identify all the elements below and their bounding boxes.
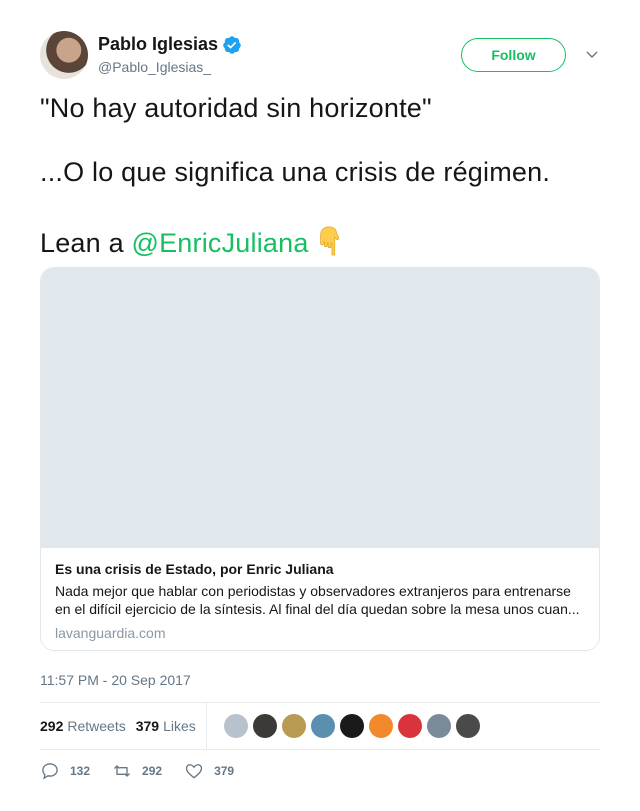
card-domain: lavanguardia.com xyxy=(55,625,166,641)
likes-count: 379 xyxy=(135,718,160,734)
tweet-line-3: Lean a @EnricJuliana xyxy=(40,224,345,259)
liker-avatar-7[interactable] xyxy=(397,714,422,738)
card-body: Es una crisis de Estado, por Enric Julia… xyxy=(55,560,585,642)
reply-count: 132 xyxy=(70,764,91,778)
verified-badge-icon xyxy=(223,35,241,54)
retweets-label: Retweets xyxy=(67,718,126,734)
tweet-actions: 132 292 379 xyxy=(40,760,256,782)
reply-icon[interactable] xyxy=(40,761,60,781)
likes-label: Likes xyxy=(163,718,196,734)
like-count: 379 xyxy=(214,764,235,778)
author-name-row: Pablo Iglesias xyxy=(98,34,242,55)
likes-stat[interactable]: 379 Likes xyxy=(136,718,196,734)
tweet-line-3-prefix: Lean a xyxy=(40,228,132,258)
retweets-count: 292 xyxy=(40,718,64,734)
liker-avatar-1[interactable] xyxy=(223,714,248,738)
heart-icon[interactable] xyxy=(184,761,204,781)
reply-action[interactable]: 132 xyxy=(40,761,90,781)
divider-bottom xyxy=(40,749,600,750)
retweet-icon[interactable] xyxy=(112,761,132,781)
retweets-stat[interactable]: 292 Retweets xyxy=(40,718,126,734)
tweet-stats: 292 Retweets 379 Likes xyxy=(40,703,600,749)
card-title[interactable]: Es una crisis de Estado, por Enric Julia… xyxy=(55,560,585,578)
retweet-count: 292 xyxy=(142,764,163,778)
pointing-down-emoji-icon xyxy=(319,226,339,256)
follow-button[interactable]: Follow xyxy=(461,38,566,72)
author-name[interactable]: Pablo Iglesias xyxy=(98,34,218,55)
liker-avatar-6[interactable] xyxy=(368,714,393,738)
author-avatar[interactable] xyxy=(40,31,88,79)
tweet-header: Pablo Iglesias @Pablo_Iglesias_ Follow xyxy=(40,31,600,79)
tweet-line-1: "No hay autoridad sin horizonte" xyxy=(40,93,432,123)
tweet-timestamp[interactable]: 11:57 PM - 20 Sep 2017 xyxy=(40,672,191,688)
author-handle[interactable]: @Pablo_Iglesias_ xyxy=(98,59,211,75)
chevron-down-icon[interactable] xyxy=(585,47,599,61)
link-card[interactable]: Es una crisis de Estado, por Enric Julia… xyxy=(40,267,600,651)
retweet-action[interactable]: 292 xyxy=(112,761,162,781)
liker-avatar-2[interactable] xyxy=(252,714,277,738)
liker-avatar-4[interactable] xyxy=(310,714,335,738)
tweet-line-2: ...O lo que significa una crisis de régi… xyxy=(40,157,551,187)
card-description: Nada mejor que hablar con periodistas y … xyxy=(55,583,580,617)
stats-separator xyxy=(205,703,207,749)
liker-avatar-3[interactable] xyxy=(281,714,306,738)
liker-avatar-9[interactable] xyxy=(455,714,480,738)
card-image[interactable] xyxy=(41,268,599,548)
like-action[interactable]: 379 xyxy=(184,761,234,781)
liker-avatar-8[interactable] xyxy=(426,714,451,738)
liker-avatar-5[interactable] xyxy=(339,714,364,738)
mention-link[interactable]: @EnricJuliana xyxy=(131,228,308,258)
liker-avatars xyxy=(219,714,480,738)
